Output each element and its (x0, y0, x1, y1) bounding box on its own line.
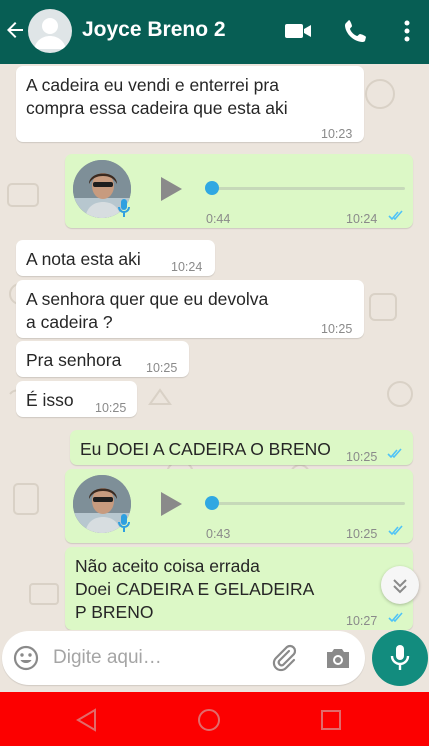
nav-recents-icon[interactable] (318, 707, 344, 733)
voice-message-outgoing[interactable]: 0:43 10:25 (65, 469, 413, 543)
video-call-icon[interactable] (284, 18, 312, 44)
back-arrow-icon[interactable] (3, 18, 27, 42)
message-time: 10:25 (321, 322, 353, 336)
system-nav-bar (0, 692, 429, 746)
default-avatar-icon (34, 18, 66, 49)
double-chevron-down-icon (393, 579, 407, 594)
message-text: Não aceito coisa errada Doei CADEIRA E G… (75, 556, 315, 622)
message-text: A senhora quer que eu devolva a cadeira … (26, 289, 269, 332)
message-incoming[interactable]: É isso 10:25 (16, 381, 137, 417)
more-vert-icon[interactable] (393, 18, 421, 44)
message-time: 10:25 (146, 361, 178, 375)
message-incoming[interactable]: Pra senhora 10:25 (16, 341, 189, 377)
message-list[interactable]: A cadeira eu vendi e enterrei pra compra… (0, 64, 429, 630)
contact-avatar[interactable] (28, 9, 72, 53)
chat-header: Joyce Breno 2 (0, 0, 429, 64)
audio-seek-knob[interactable] (205, 496, 219, 510)
message-outgoing[interactable]: Não aceito coisa errada Doei CADEIRA E G… (65, 547, 413, 630)
nav-back-icon[interactable] (74, 707, 100, 733)
scroll-to-bottom-button[interactable] (381, 566, 419, 604)
message-text: Pra senhora (26, 350, 122, 370)
message-time: 10:25 (95, 401, 127, 415)
message-input[interactable]: Digite aqui… (53, 647, 162, 669)
message-text: É isso (26, 390, 74, 410)
message-text: A cadeira eu vendi e enterrei pra compra… (26, 75, 288, 118)
voice-duration: 0:43 (206, 527, 231, 541)
message-time: 10:24 (171, 260, 203, 274)
read-ticks-icon (388, 525, 403, 536)
audio-progress-track[interactable] (211, 502, 405, 505)
message-time: 10:25 (346, 450, 378, 464)
nav-home-icon[interactable] (196, 707, 222, 733)
message-time: 10:25 (346, 527, 378, 541)
play-icon[interactable] (159, 176, 183, 202)
message-outgoing[interactable]: Eu DOEI A CADEIRA O BRENO 10:25 (70, 430, 413, 465)
message-text: A nota esta aki (26, 249, 141, 269)
message-incoming[interactable]: A nota esta aki 10:24 (16, 240, 215, 276)
play-icon[interactable] (159, 491, 183, 517)
message-time: 10:27 (346, 614, 378, 628)
message-time: 10:24 (346, 212, 378, 226)
read-ticks-icon (387, 448, 402, 459)
audio-progress-track[interactable] (211, 187, 405, 190)
read-ticks-icon (388, 612, 403, 623)
camera-icon[interactable] (324, 645, 352, 671)
message-text: Eu DOEI A CADEIRA O BRENO (80, 439, 331, 459)
message-composer: Digite aqui… (2, 631, 365, 685)
voice-duration: 0:44 (206, 212, 231, 226)
message-incoming[interactable]: A cadeira eu vendi e enterrei pra compra… (16, 66, 364, 142)
phone-call-icon[interactable] (343, 18, 371, 44)
mic-icon (390, 645, 410, 670)
attach-clip-icon[interactable] (270, 644, 298, 672)
mic-badge-icon (118, 514, 130, 532)
message-time: 10:23 (321, 127, 353, 141)
mic-badge-icon (118, 199, 130, 217)
contact-name[interactable]: Joyce Breno 2 (82, 18, 226, 42)
audio-seek-knob[interactable] (205, 181, 219, 195)
read-ticks-icon (388, 210, 403, 221)
voice-message-outgoing[interactable]: 0:44 10:24 (65, 154, 413, 228)
message-incoming[interactable]: A senhora quer que eu devolva a cadeira … (16, 280, 364, 338)
emoji-icon[interactable] (13, 645, 39, 671)
voice-record-button[interactable] (372, 630, 428, 686)
